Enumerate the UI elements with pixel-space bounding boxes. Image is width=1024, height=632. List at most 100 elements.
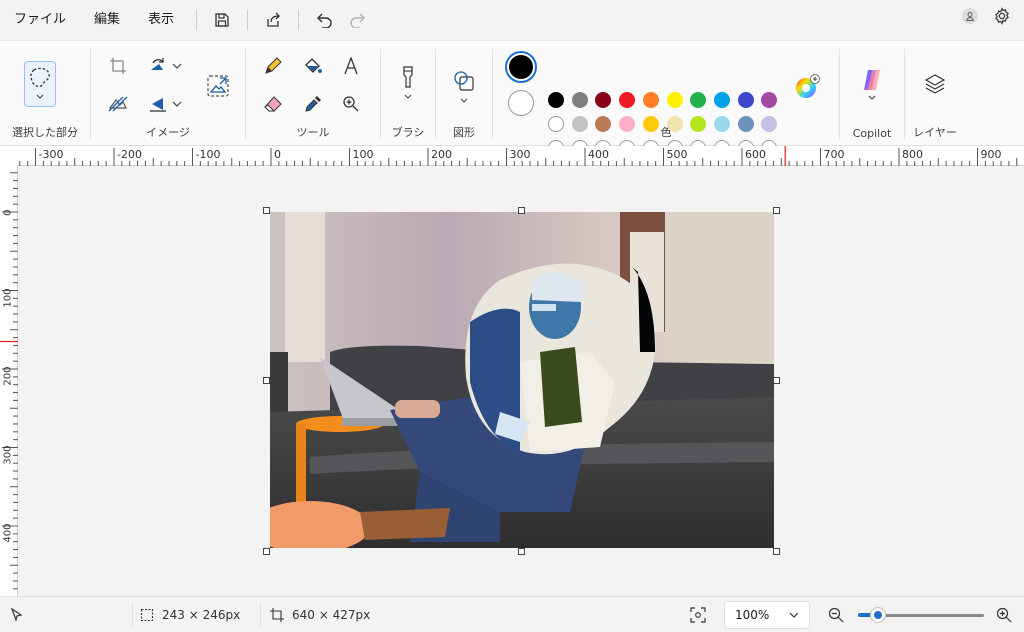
chevron-down-icon <box>460 98 468 103</box>
resize-button[interactable] <box>201 69 235 103</box>
zoom-out-button[interactable] <box>828 597 844 632</box>
ruler-corner <box>0 146 18 166</box>
share-button[interactable] <box>256 3 290 37</box>
flip-button[interactable] <box>143 89 187 119</box>
person-icon <box>966 11 974 21</box>
brush-tool-button[interactable] <box>393 61 423 105</box>
resize-handle-bottom-left[interactable] <box>263 548 270 555</box>
shapes-group: 図形 <box>436 41 492 147</box>
ruler-label: 800 <box>902 148 923 161</box>
chevron-down-icon <box>36 94 44 99</box>
pencil-tool-button[interactable] <box>258 51 288 81</box>
magnifier-button[interactable] <box>336 89 366 119</box>
ruler-label: -300 <box>38 148 64 161</box>
ruler-label: 900 <box>980 148 1002 161</box>
text-icon <box>344 57 358 75</box>
ruler-label: 100 <box>2 288 14 308</box>
paint-bucket-icon <box>305 58 322 73</box>
save-button[interactable] <box>205 3 239 37</box>
copilot-group-label: Copilot <box>852 127 892 140</box>
gear-icon <box>995 7 1009 25</box>
account-button[interactable] <box>962 8 978 24</box>
selection-size-value: 243 × 246px <box>162 608 241 622</box>
brush-icon <box>403 66 413 88</box>
eraser-tool-button[interactable] <box>258 89 288 119</box>
ruler-label: -200 <box>117 148 142 161</box>
menu-view[interactable]: 表示 <box>134 0 188 40</box>
ruler-label: 600 <box>745 148 766 161</box>
layers-button[interactable] <box>920 69 950 99</box>
menu-separator <box>247 10 249 30</box>
menu-file[interactable]: ファイル <box>0 0 80 40</box>
canvas-size: 640 × 427px <box>270 597 370 632</box>
shapes-button[interactable] <box>449 65 479 109</box>
menu-edit[interactable]: 編集 <box>80 0 134 40</box>
background-remove-button[interactable] <box>103 89 133 119</box>
copilot-button[interactable] <box>857 65 887 105</box>
pointer-position <box>10 597 24 632</box>
image-group: イメージ <box>91 41 245 147</box>
menu-separator <box>298 10 300 30</box>
redo-button[interactable] <box>341 3 375 37</box>
freeform-select-icon <box>30 67 50 88</box>
flip-icon <box>150 98 166 112</box>
fit-to-window-icon <box>690 607 706 623</box>
color-picker-button[interactable] <box>298 89 328 119</box>
canvas-image[interactable] <box>270 212 774 548</box>
layers-icon <box>924 74 946 94</box>
fill-tool-button[interactable] <box>298 51 328 81</box>
shapes-group-label: 図形 <box>453 126 475 139</box>
brushes-group-label: ブラシ <box>391 126 425 139</box>
brushes-group: ブラシ <box>381 41 435 147</box>
undo-button[interactable] <box>307 3 341 37</box>
share-icon <box>267 12 280 27</box>
ruler-label: 0 <box>274 148 281 161</box>
selection-group: 選択した部分 <box>0 41 90 147</box>
resize-handle-bottom[interactable] <box>518 548 525 555</box>
layers-group: レイヤー <box>905 41 965 147</box>
ruler-label: 200 <box>2 366 14 386</box>
ruler-label: 300 <box>509 148 531 161</box>
save-icon <box>215 13 229 27</box>
menu-separator <box>196 10 198 30</box>
ruler-label: 500 <box>666 148 688 161</box>
fit-to-window-button[interactable] <box>690 597 706 632</box>
zoom-dropdown[interactable]: 100% <box>724 601 810 629</box>
menu-bar: ファイル 編集 表示 <box>0 0 1024 40</box>
canvas-size-icon <box>270 608 284 622</box>
rotate-icon <box>151 58 164 70</box>
chevron-down-icon <box>868 95 876 100</box>
resize-handle-top[interactable] <box>518 207 525 214</box>
status-separator <box>132 603 133 627</box>
ruler-label: 100 <box>352 148 374 161</box>
shapes-icon <box>454 71 474 91</box>
zoom-slider-fill <box>858 613 872 617</box>
text-tool-button[interactable] <box>336 51 366 81</box>
ruler-label: 700 <box>823 148 845 161</box>
crop-button[interactable] <box>103 51 133 81</box>
ruler-label: 400 <box>588 148 609 161</box>
settings-button[interactable] <box>992 6 1012 26</box>
resize-handle-top-left[interactable] <box>263 207 270 214</box>
zoom-out-icon <box>828 607 844 623</box>
horizontal-ruler: -300 -200 -100 0 100 200 300 400 500 600 700 800 900 <box>18 146 1024 166</box>
selection-tool-button[interactable] <box>24 61 56 107</box>
zoom-slider-thumb[interactable] <box>871 608 885 622</box>
crop-icon <box>110 58 126 74</box>
eyedropper-icon <box>305 96 321 112</box>
pencil-icon <box>265 57 282 74</box>
vertical-ruler: 0 100 200 300 400 <box>0 166 18 596</box>
ruler-label: 300 <box>2 445 14 465</box>
ruler-label: -100 <box>195 148 221 161</box>
cursor-icon <box>10 608 23 622</box>
zoom-in-button[interactable] <box>996 597 1012 632</box>
menubar-right <box>962 6 1012 26</box>
zoom-in-icon <box>343 96 359 112</box>
resize-image-icon <box>207 75 229 97</box>
ruler-label: 0 <box>2 209 14 216</box>
resize-handle-right[interactable] <box>773 377 780 384</box>
resize-handle-left[interactable] <box>263 377 270 384</box>
rotate-button[interactable] <box>143 51 187 81</box>
resize-handle-bottom-right[interactable] <box>773 548 780 555</box>
resize-handle-top-right[interactable] <box>773 207 780 214</box>
